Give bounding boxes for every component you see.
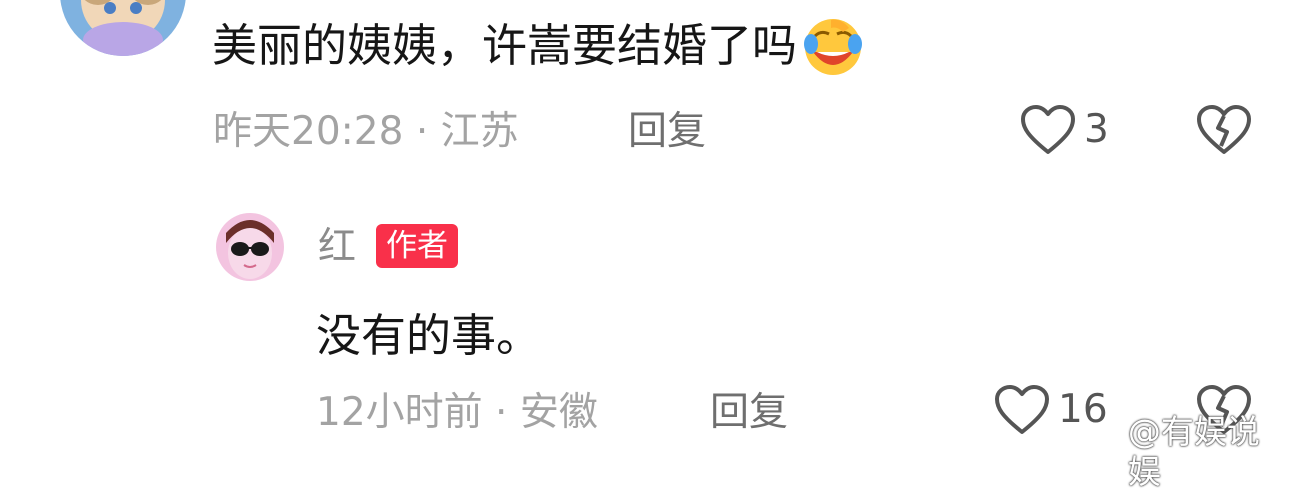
weibo-logo-icon — [1084, 437, 1123, 469]
heart-icon — [1021, 105, 1075, 154]
commenter-avatar[interactable] — [60, 0, 186, 56]
like-count: 3 — [1084, 107, 1109, 152]
reply-meta: 12小时前 · 安徽 — [316, 389, 598, 437]
watermark-text: @有娱说娱 — [1127, 412, 1260, 491]
comment-body: 美丽的姨姨，许嵩要结婚了吗 — [212, 19, 798, 72]
author-name[interactable]: 红 — [318, 222, 356, 270]
heart-icon — [995, 385, 1049, 434]
reply-button[interactable]: 回复 — [628, 108, 706, 156]
laughing-tears-emoji-icon — [801, 14, 865, 78]
watermark: @有娱说娱 — [1084, 412, 1292, 492]
comment-meta: 昨天20:28 · 江苏 — [213, 108, 519, 156]
comment-time: 昨天20:28 — [213, 109, 404, 154]
reply-text: 没有的事。 — [316, 309, 542, 362]
meta-separator: · — [495, 390, 520, 435]
dislike-button[interactable] — [1196, 104, 1252, 160]
reply-time: 12小时前 — [316, 390, 483, 435]
comment-location: 江苏 — [440, 109, 519, 154]
author-badge: 作者 — [376, 224, 458, 268]
like-button[interactable]: 3 — [1020, 104, 1109, 156]
reply-location: 安徽 — [519, 390, 598, 435]
comment-text: 美丽的姨姨，许嵩要结婚了吗 — [212, 14, 865, 78]
author-avatar[interactable] — [216, 213, 284, 281]
meta-separator: · — [415, 109, 441, 154]
reply-button[interactable]: 回复 — [710, 389, 788, 437]
broken-heart-icon — [1197, 105, 1251, 154]
